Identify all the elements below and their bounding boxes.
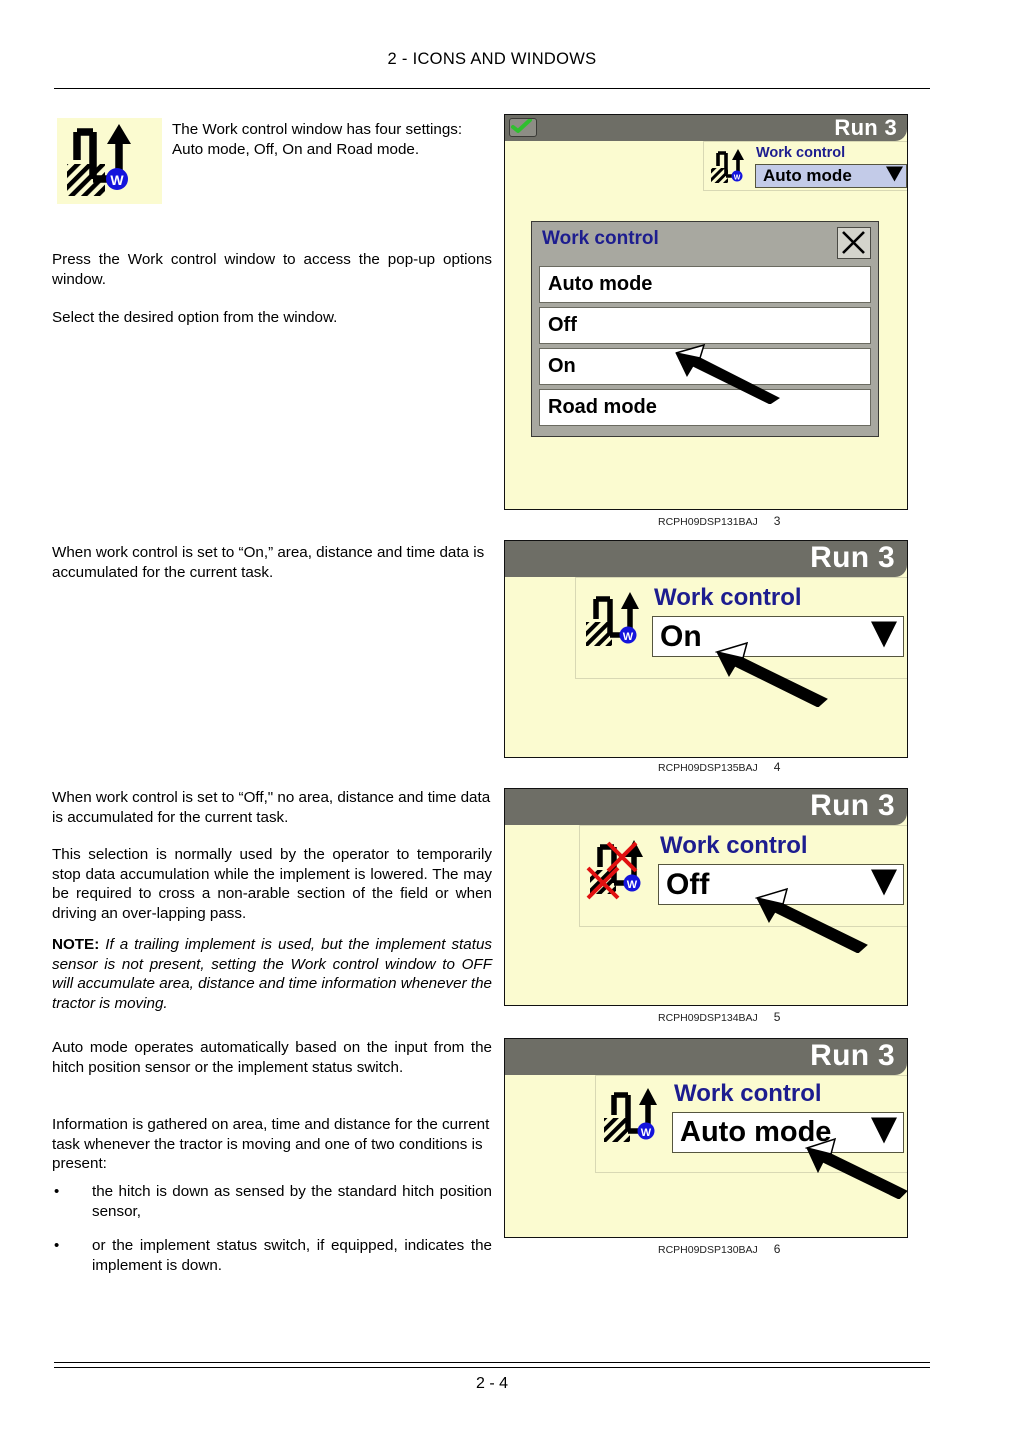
select-paragraph-block: Select the desired option from the windo… [52,308,492,328]
display-titlebar: Run 3 [505,115,907,141]
page-header: 2 - ICONS AND WINDOWS [54,50,930,69]
run-label: Run 3 [834,115,897,140]
bullet-text: or the implement status switch, if equip… [92,1237,492,1274]
run-label: Run 3 [810,541,895,574]
info-paragraph: Information is gathered on area, time an… [52,1116,490,1173]
figure-6-caption: RCPH09DSP130BAJ 6 [658,1242,780,1256]
work-control-icon-svg: W [586,592,639,646]
work-control-value: Off [666,867,710,901]
work-control-widget[interactable]: W Work control Auto mode [703,141,907,191]
triangle-down-icon[interactable] [869,617,899,656]
display-titlebar: Run 3 [505,789,907,825]
figure-4-caption: RCPH09DSP135BAJ 4 [658,760,780,774]
figure-3-caption: RCPH09DSP131BAJ 3 [658,514,780,528]
bullet-list: • the hitch is down as sensed by the sta… [52,1182,492,1275]
caption-number: 5 [773,1010,781,1024]
run-label: Run 3 [810,1039,895,1072]
press-paragraph: Press the Work control window to access … [52,251,492,288]
caption-code: RCPH09DSP135BAJ [658,762,758,774]
arrow-pointer-icon [715,641,828,707]
intro-paragraph: The Work control window has four setting… [172,121,463,158]
figure-6-display: Run 3 W Work control Auto mode [504,1038,908,1238]
work-control-label: Work control [674,1080,822,1107]
work-control-icon-svg: W [67,124,131,196]
info-paragraph-block: Information is gathered on area, time an… [52,1115,492,1174]
figure-4-display: Run 3 W Work control On [504,540,908,758]
page-number: 2 - 4 [475,1375,508,1392]
page-title: 2 - ICONS AND WINDOWS [387,50,597,68]
auto-paragraph: Auto mode operates automatically based o… [52,1039,492,1076]
work-control-label: Work control [756,145,846,161]
display-titlebar: Run 3 [505,541,907,577]
work-control-off-icon: W [586,836,662,904]
caption-number: 6 [773,1242,781,1256]
list-item: • the hitch is down as sensed by the sta… [52,1182,492,1221]
off-detail-paragraph-block: This selection is normally used by the o… [52,845,492,923]
work-control-off-icon-svg: W [586,840,643,900]
popup-option-off[interactable]: Off [539,307,871,344]
triangle-down-icon-svg [886,166,903,182]
note-text: If a trailing implement is used, but the… [52,936,492,1012]
footer-divider-top [54,1362,930,1363]
off-detail-paragraph: This selection is normally used by the o… [52,846,492,922]
caption-code: RCPH09DSP134BAJ [658,1012,758,1024]
work-control-icon-svg: W [711,149,744,183]
work-control-value-field[interactable]: Auto mode [755,164,907,188]
auto-paragraph-block: Auto mode operates automatically based o… [52,1038,492,1077]
figure-5-caption: RCPH09DSP134BAJ 5 [658,1010,780,1024]
figure-3-display: Run 3 W Work control Auto mode Work cont… [504,114,908,510]
note-label: NOTE: [52,936,100,953]
green-check-icon [509,118,537,137]
on-paragraph-block: When work control is set to “On,” area, … [52,543,492,582]
work-control-icon-svg: W [604,1088,657,1142]
svg-text:W: W [734,175,741,182]
arrow-pointer-icon [675,343,780,404]
work-control-label: Work control [660,832,808,859]
off-paragraph: When work control is set to “Off," no ar… [52,789,491,826]
note-block: NOTE: If a trailing implement is used, b… [52,935,492,1013]
svg-text:W: W [641,1127,652,1139]
triangle-down-icon-svg [871,621,897,647]
bullet-marker: • [54,1183,60,1200]
work-control-icon: W [584,588,656,654]
press-paragraph-block: Press the Work control window to access … [52,250,492,289]
figure-5-display: Run 3 W Work control Off [504,788,908,1006]
footer-divider-bottom [54,1367,930,1368]
work-control-icon: W [57,118,162,204]
off-paragraph-block: When work control is set to “Off," no ar… [52,788,492,827]
work-control-popup[interactable]: Work control Auto mode Off On Road mode [531,221,879,437]
work-control-value: On [660,619,702,653]
arrow-pointer-icon [805,1137,907,1199]
caption-code: RCPH09DSP131BAJ [658,516,758,528]
popup-title: Work control [542,228,659,249]
work-control-icon: W [709,146,757,188]
close-x-icon-svg [842,231,865,254]
work-control-value: Auto mode [763,166,852,185]
bullet-text: the hitch is down as sensed by the stand… [92,1183,492,1220]
green-check-icon-svg [511,118,532,133]
work-control-icon: W [602,1084,674,1150]
arrow-pointer-icon [755,887,868,953]
triangle-down-icon[interactable] [885,164,904,189]
popup-option-auto-mode[interactable]: Auto mode [539,266,871,303]
caption-code: RCPH09DSP130BAJ [658,1244,758,1256]
list-item: • or the implement status switch, if equ… [52,1236,492,1275]
svg-text:W: W [110,172,124,188]
header-divider [54,88,930,89]
display-titlebar: Run 3 [505,1039,907,1075]
caption-number: 4 [773,760,781,774]
svg-text:W: W [627,879,638,891]
on-paragraph: When work control is set to “On,” area, … [52,544,485,581]
bullet-marker: • [54,1237,60,1255]
select-paragraph: Select the desired option from the windo… [52,309,338,326]
page-footer: 2 - 4 [54,1375,930,1393]
svg-text:W: W [623,631,634,643]
intro-paragraph-block: The Work control window has four setting… [172,120,492,159]
run-label: Run 3 [810,789,895,822]
caption-number: 3 [773,514,781,528]
work-control-label: Work control [654,584,802,611]
close-x-icon[interactable] [837,227,871,259]
